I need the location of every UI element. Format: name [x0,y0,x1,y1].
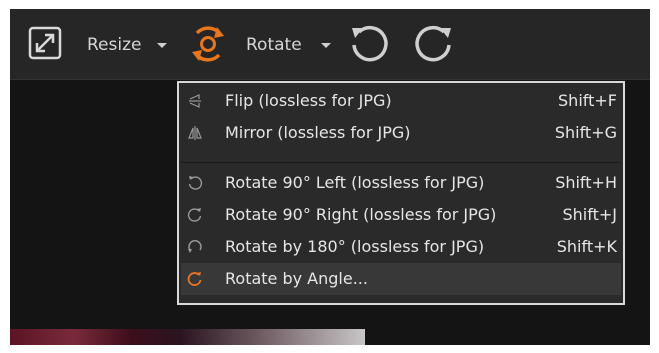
menu-item-label: Rotate by Angle... [225,269,368,288]
menu-item-shortcut: Shift+J [562,205,618,224]
menu-item-shortcut: Shift+G [554,123,617,142]
resize-icon[interactable] [28,26,62,60]
menu-item-label: Rotate 90° Right (lossless for JPG) [225,205,497,224]
menu-item-rotate-by-angle[interactable]: Rotate by Angle... [181,263,621,295]
menu-item-flip[interactable]: Flip (lossless for JPG) Shift+F [181,85,621,117]
menu-item-shortcut: Shift+H [555,173,617,192]
rotate-dropdown-menu: Flip (lossless for JPG) Shift+F Mirror (… [177,81,625,305]
rotate-right-icon [187,207,203,223]
menu-item-label: Mirror (lossless for JPG) [225,123,411,142]
rotate-icon[interactable] [186,23,230,65]
flip-icon [187,93,203,109]
resize-button[interactable]: Resize [87,35,141,55]
menu-item-rotate-left[interactable]: Rotate 90° Left (lossless for JPG) Shift… [181,167,621,199]
resize-dropdown-caret[interactable] [157,43,167,48]
menu-item-rotate-180[interactable]: Rotate by 180° (lossless for JPG) Shift+… [181,231,621,263]
rotate-angle-icon [187,271,203,287]
menu-item-label: Flip (lossless for JPG) [225,91,392,110]
toolbar: Resize Rotate [10,9,650,80]
rotate-dropdown-caret[interactable] [321,43,331,48]
menu-item-label: Rotate by 180° (lossless for JPG) [225,237,485,256]
menu-separator [181,162,621,163]
menu-item-shortcut: Shift+K [556,237,617,256]
rotate-left-icon [187,175,203,191]
app-window: Resize Rotate Flip (lossless for JPG) Sh… [10,9,650,345]
rotate-180-icon [187,239,203,255]
mirror-icon [187,125,203,141]
rotate-button[interactable]: Rotate [246,35,302,55]
rotate-right-icon[interactable] [413,23,455,65]
menu-item-rotate-right[interactable]: Rotate 90° Right (lossless for JPG) Shif… [181,199,621,231]
menu-item-shortcut: Shift+F [558,91,617,110]
menu-item-label: Rotate 90° Left (lossless for JPG) [225,173,485,192]
photo-preview [10,329,365,345]
rotate-left-icon[interactable] [348,23,390,65]
menu-item-mirror[interactable]: Mirror (lossless for JPG) Shift+G [181,117,621,149]
